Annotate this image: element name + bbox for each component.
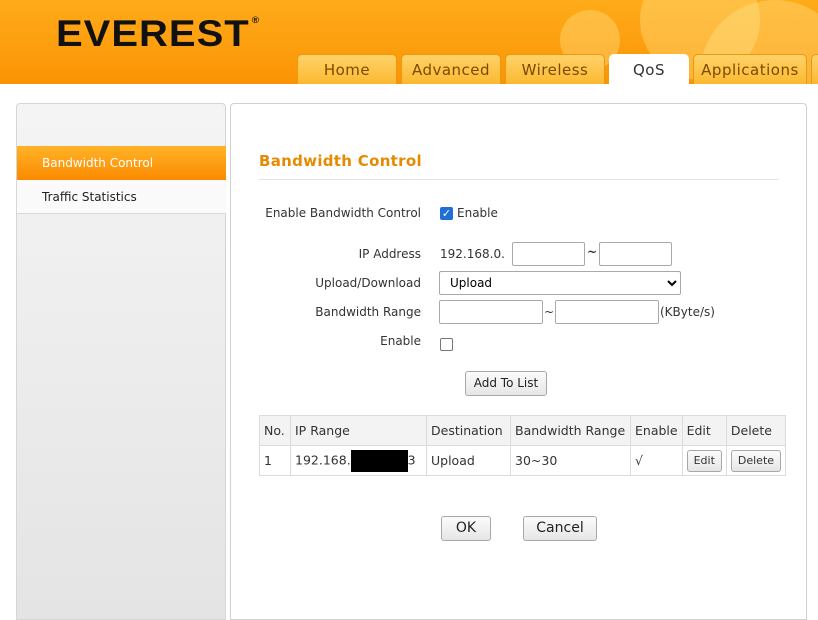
row-range: 30~30 [510, 445, 631, 476]
row-delete-cell: Delete [725, 445, 787, 476]
edit-button[interactable]: Edit [686, 449, 722, 472]
enable-bandwidth-text: Enable [457, 206, 498, 220]
redaction-block [350, 449, 408, 472]
title-divider [259, 179, 779, 180]
ip-end-input[interactable] [599, 242, 672, 266]
ok-button[interactable]: OK [441, 516, 491, 541]
table-header-row: No. IP Range Destination Bandwidth Range… [259, 415, 787, 446]
row-ip-suffix: 3 [407, 452, 416, 467]
tab-wireless[interactable]: Wireless [505, 54, 605, 84]
ip-start-input[interactable] [512, 242, 585, 266]
rules-table: No. IP Range Destination Bandwidth Range… [259, 415, 787, 476]
tab-qos[interactable]: QoS [609, 54, 689, 84]
page-title: Bandwidth Control [259, 152, 422, 170]
enable-bandwidth-label: Enable Bandwidth Control [265, 206, 421, 220]
enable-rule-checkbox[interactable] [440, 338, 453, 351]
sidebar-item-bandwidth-control[interactable]: Bandwidth Control [17, 146, 226, 180]
upload-download-select[interactable]: Upload [439, 271, 681, 295]
cancel-button[interactable]: Cancel [523, 516, 597, 541]
col-enable: Enable [630, 415, 683, 446]
header-bar: EVEREST ® Home Advanced Wireless QoS Appl… [0, 0, 818, 84]
tab-home[interactable]: Home [297, 54, 397, 84]
col-ip-range: IP Range [290, 415, 427, 446]
col-bandwidth-range: Bandwidth Range [510, 415, 631, 446]
brand-logo: EVEREST ® [56, 14, 260, 55]
row-no: 1 [259, 445, 291, 476]
upload-download-label: Upload/Download [315, 276, 421, 290]
tab-overflow[interactable] [811, 54, 818, 84]
add-to-list-button[interactable]: Add To List [465, 371, 547, 396]
delete-button[interactable]: Delete [730, 449, 782, 472]
bandwidth-max-input[interactable] [555, 300, 659, 324]
sidebar-item-traffic-statistics[interactable]: Traffic Statistics [17, 180, 226, 214]
bandwidth-range-label: Bandwidth Range [315, 305, 421, 319]
col-destination: Destination [426, 415, 511, 446]
main-panel: Bandwidth Control Enable Bandwidth Contr… [230, 103, 807, 620]
bandwidth-unit: (KByte/s) [660, 305, 715, 319]
row-enable: √ [630, 445, 683, 476]
row-destination: Upload [426, 445, 511, 476]
logo-text: EVEREST [56, 14, 250, 55]
bandwidth-min-input[interactable] [439, 300, 543, 324]
col-no: No. [259, 415, 291, 446]
ip-address-label: IP Address [358, 247, 421, 261]
col-edit: Edit [681, 415, 727, 446]
bandwidth-range-separator: ~ [544, 305, 555, 319]
row-ip-range: 192.168. 3 [290, 445, 427, 476]
tab-applications[interactable]: Applications [693, 54, 807, 84]
table-row: 1 192.168. 3 Upload 30~30 √ Edit Delete [259, 445, 787, 476]
row-edit-cell: Edit [681, 445, 727, 476]
tab-advanced[interactable]: Advanced [401, 54, 501, 84]
col-delete: Delete [725, 415, 787, 446]
row-ip-prefix: 192.168. [295, 452, 351, 467]
ip-prefix: 192.168.0. [440, 247, 505, 261]
enable-bandwidth-checkbox[interactable]: ✓ [440, 207, 453, 220]
enable-rule-label: Enable [380, 334, 421, 348]
registered-mark: ® [251, 15, 261, 26]
sidebar: Bandwidth Control Traffic Statistics [16, 103, 226, 620]
ip-range-separator: ~ [587, 245, 598, 259]
